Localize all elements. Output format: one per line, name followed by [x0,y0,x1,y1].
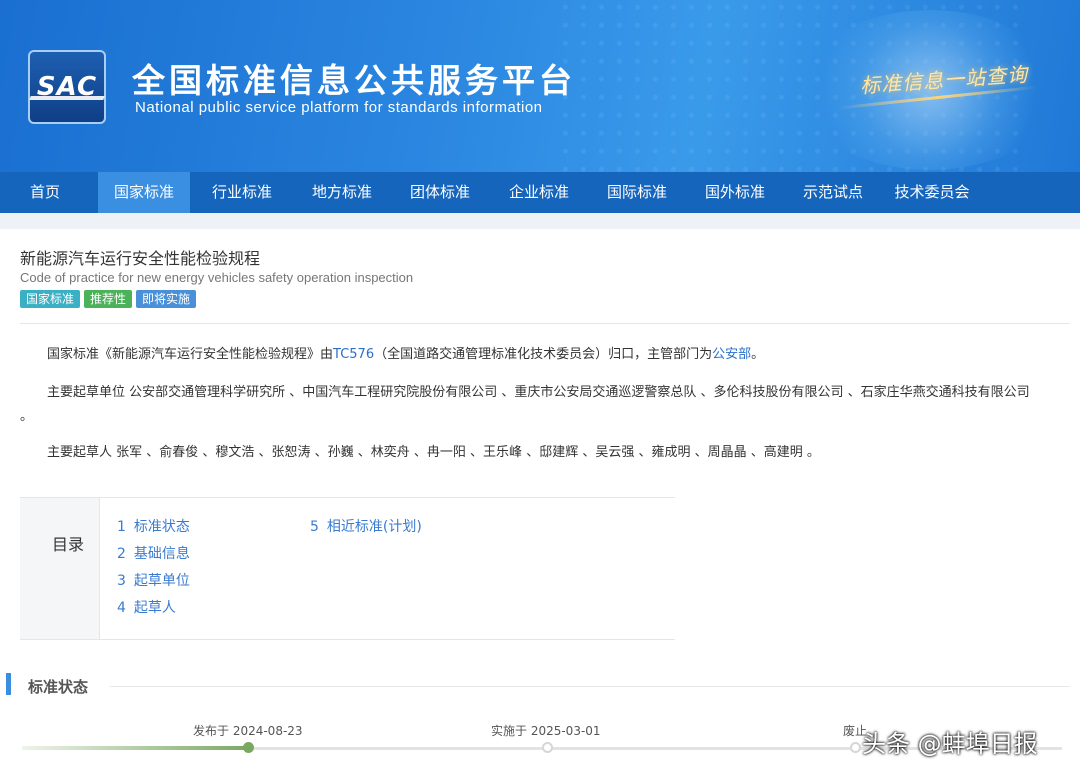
toc-num: 5 [310,519,319,535]
page: SAC 全国标准信息公共服务平台 National public service… [0,0,1080,775]
timeline-effective-label: 实施于 2025-03-01 [491,724,601,738]
timeline-dot-effective [542,742,553,753]
tc-link[interactable]: TC576 [333,347,374,362]
table-of-contents: 目录 1 标准状态 2 基础信息 3 起草单位 4 起草人 5 相近标准(计划) [20,497,675,640]
intro-suffix: 。 [751,347,765,362]
toc-item-drafters[interactable]: 4 起草人 [117,597,176,617]
toc-num: 1 [117,519,126,535]
divider [20,323,1070,324]
site-title: 全国标准信息公共服务平台 [132,61,576,100]
toc-text: 起草人 [133,600,176,616]
standard-tags: 国家标准 推荐性 即将实施 [20,290,197,308]
timeline-dot-published [243,742,254,753]
toc-item-drafting-units[interactable]: 3 起草单位 [117,570,190,590]
toc-text: 相近标准(计划) [326,519,422,535]
main-nav: 首页 国家标准 行业标准 地方标准 团体标准 企业标准 国际标准 国外标准 示范… [0,172,1080,213]
nav-item-industry[interactable]: 行业标准 [190,172,294,213]
header-banner: SAC 全国标准信息公共服务平台 National public service… [0,0,1080,172]
site-subtitle: National public service platform for sta… [135,99,543,116]
toc-text: 标准状态 [133,519,190,535]
intro-prefix: 国家标准《新能源汽车运行安全性能检验规程》由 [47,347,334,362]
tag-national: 国家标准 [20,290,81,308]
nav-item-pilot[interactable]: 示范试点 [784,172,882,213]
standard-title-en: Code of practice for new energy vehicles… [20,270,414,285]
nav-item-foreign[interactable]: 国外标准 [686,172,784,213]
standard-title: 新能源汽车运行安全性能检验规程 [20,249,261,268]
toc-item-similar-standards[interactable]: 5 相近标准(计划) [310,516,422,536]
tag-recommended: 推荐性 [84,290,133,308]
toc-item-status[interactable]: 1 标准状态 [117,516,190,536]
timeline-published-label: 发布于 2024-08-23 [193,724,303,738]
toc-num: 4 [117,600,126,616]
intro-middle: （全国道路交通管理标准化技术委员会）归口，主管部门为 [374,347,713,362]
toc-item-basic-info[interactable]: 2 基础信息 [117,543,190,563]
toc-label-cell: 目录 [20,498,100,639]
section-accent-bar [6,673,11,695]
nav-item-national[interactable]: 国家标准 [98,172,190,213]
toc-label: 目录 [52,535,85,554]
toc-text: 基础信息 [133,546,190,562]
timeline-progress [22,746,250,750]
drafting-units-end: 。 [20,409,34,424]
tag-upcoming: 即将实施 [136,290,197,308]
intro-paragraph: 国家标准《新能源汽车运行安全性能检验规程》由TC576（全国道路交通管理标准化技… [47,345,764,365]
logo-text: SAC [36,72,98,102]
toc-num: 3 [117,573,126,589]
drafters: 主要起草人 张军 、俞春俊 、穆文浩 、张恕涛 、孙巍 、林奕舟 、冉一阳 、王… [47,445,820,460]
toc-num: 2 [117,546,126,562]
nav-item-group[interactable]: 团体标准 [390,172,490,213]
nav-item-international[interactable]: 国际标准 [588,172,686,213]
nav-item-committee[interactable]: 技术委员会 [882,172,982,213]
content-gap [0,213,1080,229]
nav-item-home[interactable]: 首页 [0,172,90,213]
section-title: 标准状态 [28,678,89,696]
nav-item-enterprise[interactable]: 企业标准 [490,172,588,213]
watermark: 头条 @蚌埠日报 [862,730,1038,758]
section-divider [110,686,1070,687]
nav-item-local[interactable]: 地方标准 [294,172,390,213]
timeline-dot-abolished [850,742,861,753]
department-link[interactable]: 公安部 [712,347,751,362]
sac-logo[interactable]: SAC [28,50,106,124]
toc-text: 起草单位 [133,573,190,589]
drafting-units: 主要起草单位 公安部交通管理科学研究所 、中国汽车工程研究院股份有限公司 、重庆… [47,385,1030,400]
